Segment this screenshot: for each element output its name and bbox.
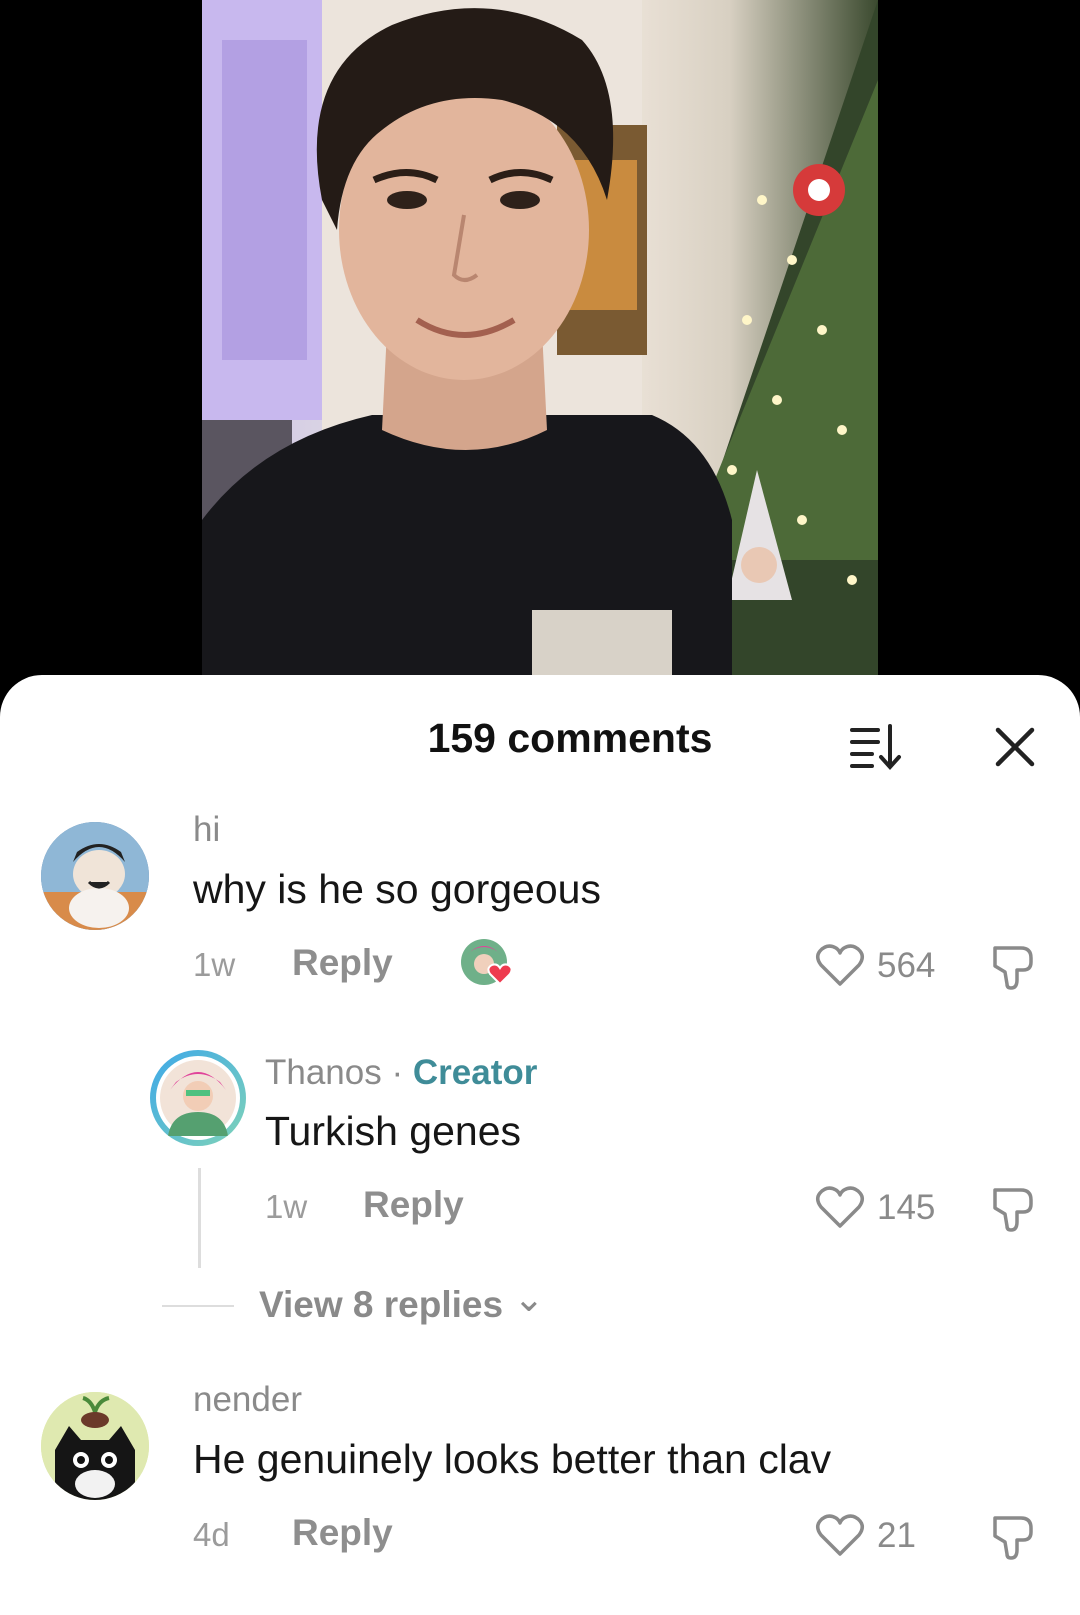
heart-icon [816, 1186, 864, 1228]
comment-time: 1w [265, 1188, 308, 1225]
comment-text: why is he so gorgeous [193, 866, 601, 912]
video-frame-illustration [202, 0, 878, 700]
dislike-button[interactable] [987, 1182, 1039, 1234]
avatar-cartoon-image [41, 822, 149, 930]
reply-button[interactable]: Reply [363, 1184, 464, 1226]
view-replies-button[interactable]: View 8 replies ⌄ [259, 1278, 544, 1326]
heart-icon [816, 1514, 864, 1556]
comment-time: 4d [193, 1516, 230, 1553]
dislike-icon [993, 1188, 1033, 1232]
comment-username[interactable]: hi [193, 810, 220, 850]
avatar-anime-image [160, 1060, 236, 1136]
thread-line [198, 1168, 201, 1268]
view-replies-label: View 8 replies [259, 1284, 504, 1325]
like-count: 21 [877, 1516, 916, 1555]
reply-button[interactable]: Reply [292, 1512, 393, 1554]
like-button[interactable] [815, 1512, 865, 1558]
comment-username[interactable]: nender [193, 1380, 302, 1420]
creator-avatar[interactable] [150, 1050, 246, 1146]
comment-text: Turkish genes [265, 1108, 521, 1154]
close-button[interactable] [990, 722, 1040, 772]
chevron-down-icon: ⌄ [513, 1278, 545, 1319]
heart-icon [816, 944, 864, 986]
creator-liked-badge [460, 938, 516, 990]
dislike-icon [993, 946, 1033, 990]
dislike-button[interactable] [987, 940, 1039, 992]
like-count: 145 [877, 1188, 936, 1227]
comment-text: He genuinely looks better than clav [193, 1436, 832, 1482]
separator-dot: · [391, 1053, 404, 1092]
like-button[interactable] [815, 1184, 865, 1230]
close-icon [995, 727, 1035, 767]
reply-button[interactable]: Reply [292, 942, 393, 984]
like-count: 564 [877, 946, 936, 985]
dislike-button[interactable] [987, 1510, 1039, 1562]
avatar[interactable] [41, 822, 149, 930]
screen: 159 comments hi why is he so gorgeous 1w… [0, 0, 1080, 1615]
avatar[interactable] [41, 1392, 149, 1500]
like-button[interactable] [815, 942, 865, 988]
comment-username: Thanos · Creator [265, 1053, 537, 1093]
video-player[interactable] [202, 0, 878, 700]
comment-time: 1w [193, 946, 236, 983]
sort-icon [850, 724, 901, 770]
comments-count-title: 159 comments [427, 715, 713, 761]
sort-button[interactable] [848, 722, 904, 772]
view-replies-divider [162, 1305, 234, 1307]
avatar-cat-image [41, 1392, 149, 1500]
creator-badge: Creator [412, 1053, 538, 1092]
creator-avatar-heart-icon [461, 939, 513, 986]
creator-username[interactable]: Thanos [265, 1053, 382, 1092]
dislike-icon [993, 1516, 1033, 1560]
